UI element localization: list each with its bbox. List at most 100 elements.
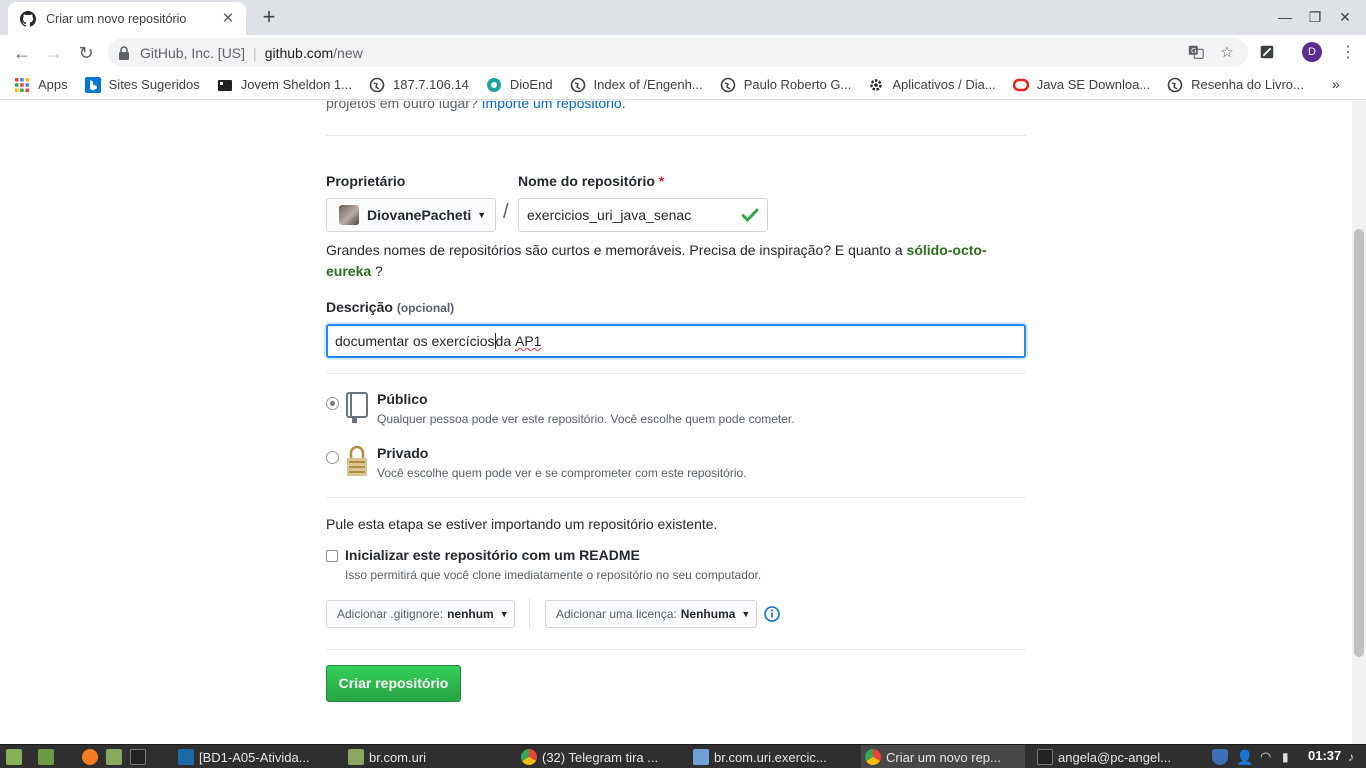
bookmark-star-icon[interactable]: ☆ bbox=[1217, 43, 1237, 63]
repo-name-label-text: Nome do repositório bbox=[518, 173, 655, 189]
description-value-spellcheck: AP1 bbox=[515, 333, 542, 349]
firefox-launcher-icon[interactable] bbox=[82, 749, 98, 765]
checkmark-icon bbox=[741, 208, 759, 222]
globe-icon bbox=[720, 77, 735, 92]
new-tab-button[interactable]: + bbox=[258, 6, 280, 29]
bookmark-index-engenh[interactable]: Index of /Engenh... bbox=[570, 77, 703, 93]
shield-icon[interactable] bbox=[1212, 749, 1228, 765]
oracle-icon bbox=[1012, 78, 1029, 91]
init-readme-checkbox[interactable] bbox=[326, 550, 338, 562]
bookmark-label: 187.7.106.14 bbox=[393, 77, 469, 92]
menu-kebab-icon[interactable]: ⋮ bbox=[1340, 41, 1356, 65]
task-files-br-com-uri[interactable]: br.com.uri bbox=[344, 745, 504, 768]
owner-select-button[interactable]: DiovanePacheti ▼ bbox=[326, 198, 496, 232]
chrome-icon bbox=[865, 749, 881, 765]
lock-icon bbox=[347, 445, 367, 476]
repo-book-icon bbox=[346, 392, 368, 423]
profile-avatar[interactable]: D bbox=[1302, 42, 1322, 62]
site-identity: GitHub, Inc. [US] bbox=[140, 44, 246, 61]
netbeans-icon bbox=[693, 749, 709, 765]
terminal-launcher-icon[interactable] bbox=[130, 749, 146, 765]
task-chrome-github[interactable]: Criar um novo rep... bbox=[861, 745, 1025, 768]
url-host: github.com bbox=[264, 44, 334, 61]
browser-tab-active[interactable]: Criar um novo repositório ✕ bbox=[8, 2, 246, 35]
tab-title: Criar um novo repositório bbox=[46, 11, 187, 26]
init-readme-description: Isso permitirá que você clone imediatame… bbox=[345, 568, 762, 582]
globe-icon bbox=[1167, 77, 1183, 92]
translate-icon[interactable]: G bbox=[1186, 43, 1206, 63]
visibility-public-radio[interactable] bbox=[326, 397, 339, 410]
task-mysql-workbench[interactable]: [BD1-A05-Ativida... bbox=[174, 745, 334, 768]
caret-down-icon: ▼ bbox=[499, 609, 509, 619]
bookmark-ip[interactable]: 187.7.106.14 bbox=[369, 77, 469, 93]
task-terminal[interactable]: angela@pc-angel... bbox=[1033, 745, 1193, 768]
description-label: Descrição (opcional) bbox=[326, 299, 454, 315]
files-launcher-icon[interactable] bbox=[106, 749, 122, 765]
bookmarks-overflow-icon[interactable]: » bbox=[1332, 76, 1340, 92]
private-description: Você escolhe quem pode ver e se comprome… bbox=[377, 466, 747, 480]
chrome-icon bbox=[521, 749, 537, 765]
bookmark-label: Aplicativos / Dia... bbox=[892, 77, 996, 92]
license-label: Adicionar uma licença: bbox=[556, 607, 677, 621]
forward-icon[interactable]: → bbox=[42, 41, 66, 65]
task-netbeans[interactable]: br.com.uri.exercic... bbox=[689, 745, 849, 768]
required-mark: * bbox=[658, 173, 665, 189]
page-scrollbar[interactable] bbox=[1352, 101, 1366, 744]
minimize-icon[interactable]: — bbox=[1276, 8, 1294, 26]
extension-icon[interactable] bbox=[1257, 43, 1277, 63]
os-taskbar: [BD1-A05-Ativida... br.com.uri (32) Tele… bbox=[0, 744, 1366, 768]
divider bbox=[326, 649, 1026, 650]
create-repository-button[interactable]: Criar repositório bbox=[326, 665, 461, 702]
info-icon[interactable] bbox=[764, 606, 780, 622]
window-close-icon[interactable]: ✕ bbox=[1336, 8, 1354, 26]
import-repository-link[interactable]: Importe um repositório. bbox=[482, 101, 626, 111]
bookmark-dioend[interactable]: DioEnd bbox=[486, 77, 553, 93]
clock[interactable]: 01:37 bbox=[1308, 748, 1341, 763]
show-desktop-icon[interactable] bbox=[38, 749, 54, 765]
user-icon[interactable]: 👤 bbox=[1236, 749, 1253, 765]
bookmark-aplicativos[interactable]: Aplicativos / Dia... bbox=[868, 77, 996, 93]
address-bar[interactable]: GitHub, Inc. [US] | github.com/new bbox=[108, 38, 1248, 67]
divider bbox=[326, 135, 1026, 136]
wifi-icon[interactable]: ◠ bbox=[1260, 749, 1276, 765]
task-label: br.com.uri bbox=[369, 749, 427, 765]
repo-name-input[interactable]: exercicios_uri_java_senac bbox=[518, 198, 768, 232]
tab-close-icon[interactable]: ✕ bbox=[220, 10, 236, 27]
mint-menu-icon[interactable] bbox=[6, 749, 22, 765]
maximize-icon[interactable]: ❐ bbox=[1306, 8, 1324, 26]
init-readme-label[interactable]: Inicializar este repositório com um READ… bbox=[345, 547, 640, 563]
back-icon[interactable]: ← bbox=[10, 41, 34, 65]
license-select[interactable]: Adicionar uma licença: Nenhuma ▼ bbox=[545, 600, 757, 628]
bookmark-label: Paulo Roberto G... bbox=[743, 77, 852, 92]
divider bbox=[326, 373, 1026, 374]
url-separator: | bbox=[253, 44, 257, 61]
notification-icon[interactable]: ♪ bbox=[1348, 749, 1364, 765]
battery-icon[interactable]: ▮ bbox=[1282, 749, 1298, 765]
task-label: Criar um novo rep... bbox=[886, 749, 1001, 765]
task-chrome-telegram[interactable]: (32) Telegram tira ... bbox=[517, 745, 677, 768]
visibility-private-radio[interactable] bbox=[326, 451, 339, 464]
bing-icon bbox=[84, 76, 101, 93]
avatar bbox=[339, 205, 359, 225]
bookmark-paulo-roberto[interactable]: Paulo Roberto G... bbox=[720, 77, 852, 93]
bookmark-jovem-sheldon[interactable]: Jovem Sheldon 1... bbox=[217, 77, 352, 93]
task-label: [BD1-A05-Ativida... bbox=[199, 749, 310, 765]
owner-repo-slash: / bbox=[503, 201, 509, 223]
gitignore-select[interactable]: Adicionar .gitignore: nenhum ▼ bbox=[326, 600, 515, 628]
globe-icon bbox=[369, 77, 385, 92]
repo-name-value: exercicios_uri_java_senac bbox=[527, 207, 692, 223]
scrollbar-thumb[interactable] bbox=[1354, 229, 1364, 657]
github-icon bbox=[20, 10, 36, 27]
public-title: Público bbox=[377, 391, 428, 407]
reload-icon[interactable]: ↻ bbox=[74, 41, 98, 65]
bookmark-label: Index of /Engenh... bbox=[593, 77, 703, 92]
bookmark-label: Resenha do Livro... bbox=[1191, 77, 1304, 92]
task-label: (32) Telegram tira ... bbox=[542, 749, 659, 765]
bookmark-resenha[interactable]: Resenha do Livro... bbox=[1167, 77, 1304, 93]
bookmark-apps[interactable]: Apps bbox=[14, 77, 68, 93]
bookmark-java-se[interactable]: Java SE Downloa... bbox=[1012, 77, 1150, 93]
bookmark-label: Sites Sugeridos bbox=[108, 77, 200, 92]
bookmark-sites-sugeridos[interactable]: Sites Sugeridos bbox=[84, 76, 200, 93]
description-input[interactable]: documentar os exercícios da AP1 bbox=[326, 324, 1026, 358]
license-value: Nenhuma bbox=[680, 607, 736, 621]
